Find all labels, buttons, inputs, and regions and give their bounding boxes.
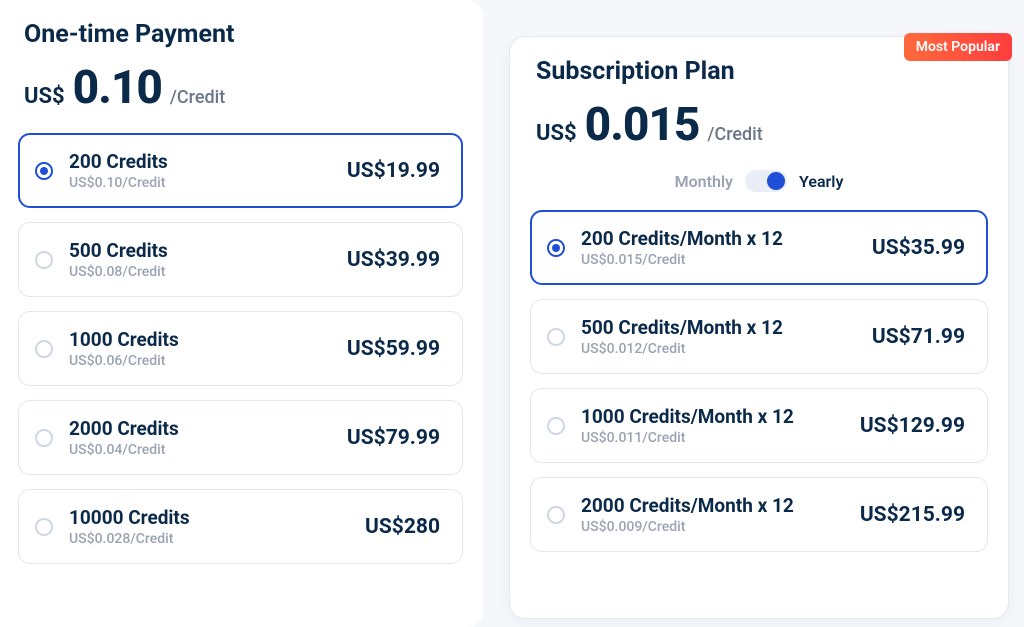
onetime-option-main: 200 Credits US$0.10/Credit [69, 150, 331, 191]
onetime-option-main: 10000 Credits US$0.028/Credit [69, 506, 349, 547]
onetime-panel: One-time Payment US$ 0.10 /Credit 200 Cr… [0, 0, 483, 627]
onetime-option-main: 1000 Credits US$0.06/Credit [69, 328, 331, 369]
subscription-options: 200 Credits/Month x 12 US$0.015/Credit US$… [530, 210, 988, 552]
subscription-option-price: US$71.99 [872, 325, 965, 349]
onetime-option-title: 500 Credits [69, 239, 331, 262]
onetime-option-sub: US$0.10/Credit [69, 175, 331, 191]
onetime-option-sub: US$0.04/Credit [69, 442, 331, 458]
subscription-option-sub: US$0.012/Credit [581, 341, 856, 357]
onetime-option-3[interactable]: 2000 Credits US$0.04/Credit US$79.99 [18, 400, 463, 475]
radio-icon [547, 328, 565, 346]
onetime-option-1[interactable]: 500 Credits US$0.08/Credit US$39.99 [18, 222, 463, 297]
onetime-option-main: 500 Credits US$0.08/Credit [69, 239, 331, 280]
subscription-title: Subscription Plan [536, 57, 988, 86]
radio-icon [35, 251, 53, 269]
subscription-option-price: US$215.99 [860, 503, 965, 527]
onetime-option-price: US$39.99 [347, 248, 440, 272]
onetime-option-price: US$59.99 [347, 337, 440, 361]
onetime-option-price: US$19.99 [347, 159, 440, 183]
subscription-option-title: 500 Credits/Month x 12 [581, 316, 856, 339]
billing-switch[interactable] [745, 170, 787, 192]
onetime-option-title: 2000 Credits [69, 417, 331, 440]
billing-switch-knob [767, 172, 785, 190]
radio-icon [547, 417, 565, 435]
subscription-price-line: US$ 0.015 /Credit [536, 98, 988, 152]
subscription-option-main: 2000 Credits/Month x 12 US$0.009/Credit [581, 494, 844, 535]
radio-icon [35, 518, 53, 536]
most-popular-badge: Most Popular [904, 33, 1012, 61]
subscription-option-1[interactable]: 500 Credits/Month x 12 US$0.012/Credit US$… [530, 299, 988, 374]
subscription-per-credit: /Credit [707, 124, 762, 145]
onetime-option-price: US$79.99 [347, 426, 440, 450]
subscription-option-title: 2000 Credits/Month x 12 [581, 494, 844, 517]
onetime-currency: US$ [24, 84, 65, 109]
onetime-options: 200 Credits US$0.10/Credit US$19.99 500 Cre… [18, 133, 463, 564]
subscription-option-main: 500 Credits/Month x 12 US$0.012/Credit [581, 316, 856, 357]
onetime-title: One-time Payment [24, 20, 463, 49]
onetime-option-2[interactable]: 1000 Credits US$0.06/Credit US$59.99 [18, 311, 463, 386]
onetime-option-title: 10000 Credits [69, 506, 349, 529]
subscription-option-title: 200 Credits/Month x 12 [581, 227, 856, 250]
subscription-option-main: 200 Credits/Month x 12 US$0.015/Credit [581, 227, 856, 268]
subscription-option-sub: US$0.011/Credit [581, 430, 844, 446]
subscription-price: 0.015 [585, 98, 700, 152]
onetime-option-sub: US$0.028/Credit [69, 531, 349, 547]
subscription-option-2[interactable]: 1000 Credits/Month x 12 US$0.011/Credit US… [530, 388, 988, 463]
subscription-panel: Most Popular Subscription Plan US$ 0.015… [509, 36, 1009, 619]
onetime-per-credit: /Credit [170, 87, 225, 108]
subscription-option-3[interactable]: 2000 Credits/Month x 12 US$0.009/Credit US… [530, 477, 988, 552]
subscription-option-price: US$35.99 [872, 236, 965, 260]
subscription-option-main: 1000 Credits/Month x 12 US$0.011/Credit [581, 405, 844, 446]
toggle-yearly-label[interactable]: Yearly [799, 172, 843, 191]
subscription-option-0[interactable]: 200 Credits/Month x 12 US$0.015/Credit US$… [530, 210, 988, 285]
radio-icon [35, 340, 53, 358]
radio-icon [35, 429, 53, 447]
onetime-option-sub: US$0.08/Credit [69, 264, 331, 280]
onetime-price-line: US$ 0.10 /Credit [24, 61, 463, 115]
radio-icon [547, 506, 565, 524]
subscription-option-sub: US$0.009/Credit [581, 519, 844, 535]
subscription-option-sub: US$0.015/Credit [581, 252, 856, 268]
onetime-price: 0.10 [73, 61, 162, 115]
subscription-wrap: Most Popular Subscription Plan US$ 0.015… [491, 0, 1024, 627]
onetime-option-4[interactable]: 10000 Credits US$0.028/Credit US$280 [18, 489, 463, 564]
onetime-option-title: 200 Credits [69, 150, 331, 173]
onetime-option-sub: US$0.06/Credit [69, 353, 331, 369]
subscription-option-price: US$129.99 [860, 414, 965, 438]
onetime-option-title: 1000 Credits [69, 328, 331, 351]
radio-icon [35, 162, 53, 180]
onetime-option-0[interactable]: 200 Credits US$0.10/Credit US$19.99 [18, 133, 463, 208]
onetime-option-price: US$280 [365, 515, 440, 539]
radio-icon [547, 239, 565, 257]
onetime-option-main: 2000 Credits US$0.04/Credit [69, 417, 331, 458]
subscription-currency: US$ [536, 121, 577, 146]
billing-toggle: Monthly Yearly [530, 170, 988, 192]
toggle-monthly-label[interactable]: Monthly [675, 172, 733, 191]
subscription-option-title: 1000 Credits/Month x 12 [581, 405, 844, 428]
